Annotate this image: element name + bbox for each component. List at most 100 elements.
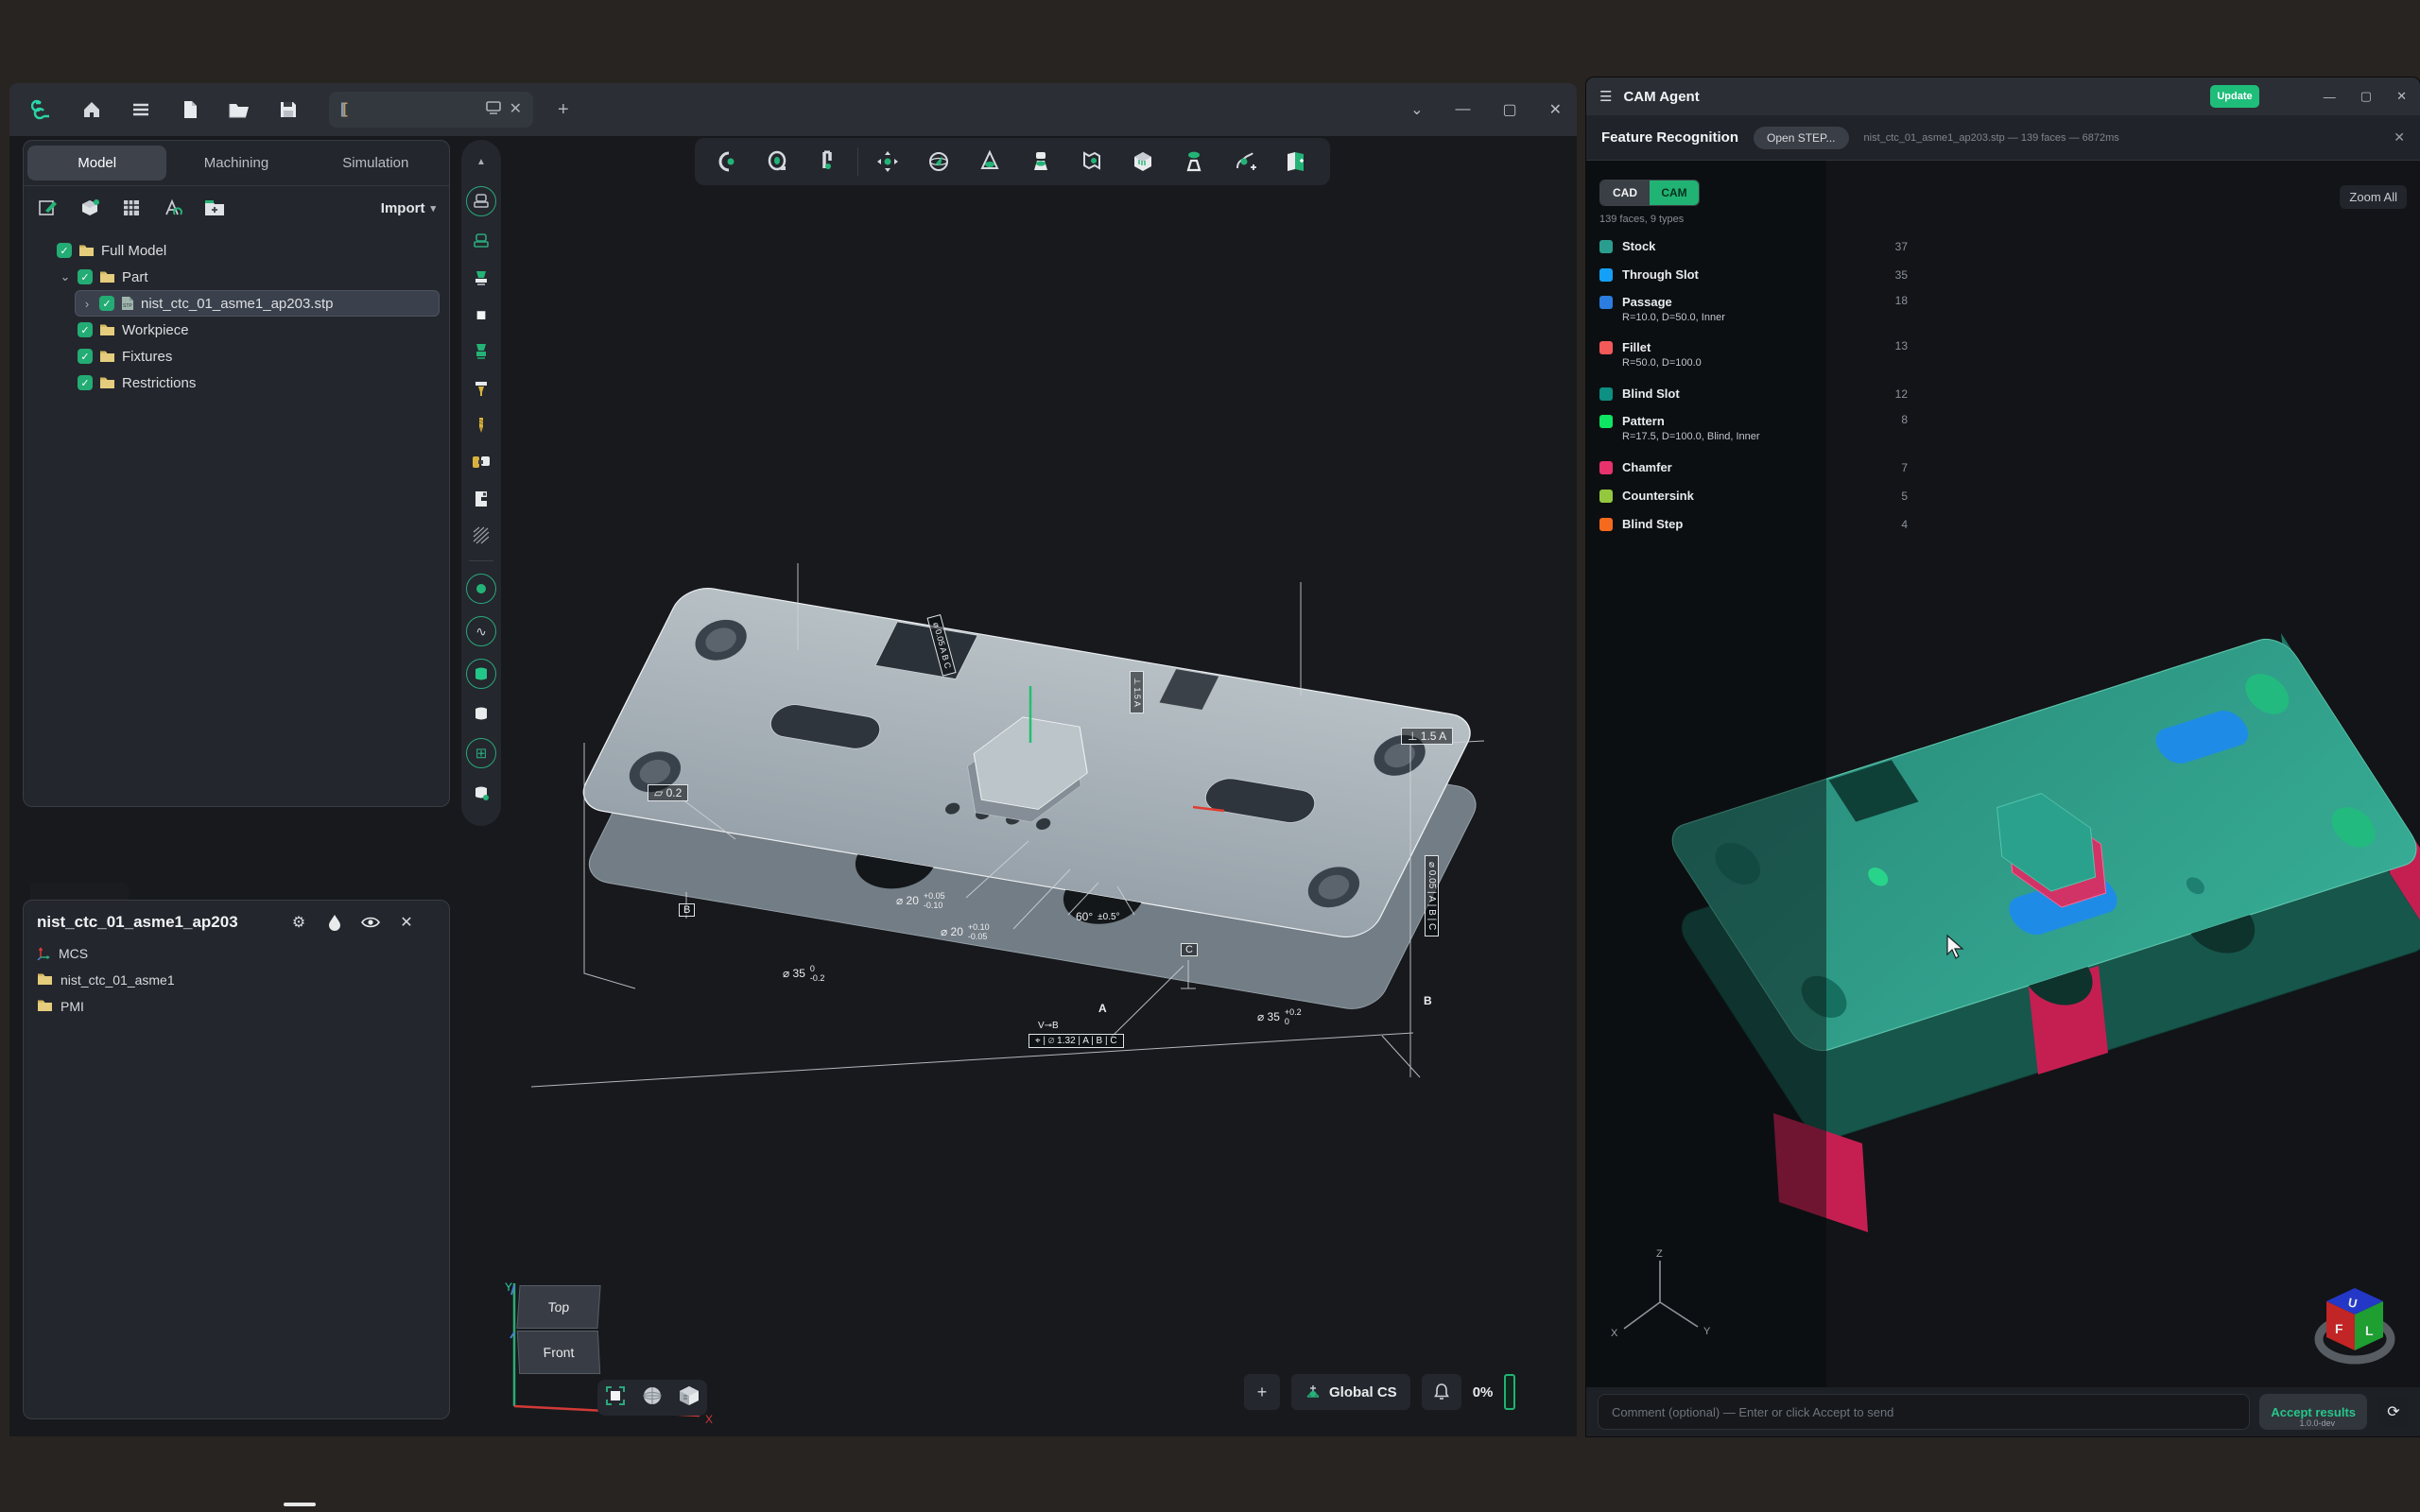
tool-chuck-green-icon[interactable] [469,266,493,290]
surface-white-icon[interactable] [469,701,493,726]
pmi-dim-d20-2[interactable]: ⌀ 20 +0.10-0.05 [941,922,990,941]
update-button[interactable]: Update [2210,85,2259,108]
drill-tool-icon[interactable] [469,376,493,401]
fit-view-icon[interactable] [604,1384,627,1412]
feature-row-through-slot[interactable]: Through Slot 35 [1599,261,1908,289]
close-icon[interactable]: ✕ [396,912,417,933]
cad-part-3d-view[interactable] [444,442,1503,1160]
probe-point-icon[interactable] [466,574,496,604]
notifications-bell-button[interactable] [1422,1374,1461,1410]
checkbox-checked-icon[interactable]: ✓ [78,269,93,284]
home-icon[interactable] [76,94,108,126]
new-file-icon[interactable] [174,94,206,126]
close-panel-icon[interactable]: ✕ [2394,129,2405,146]
chevron-right-icon[interactable]: › [81,297,93,311]
new-folder-icon[interactable] [203,197,226,219]
text-annotation-icon[interactable] [162,197,184,219]
gear-icon[interactable]: ⚙ [288,912,309,933]
feature-row-blind-step[interactable]: Blind Step 4 [1599,510,1908,539]
checkbox-checked-icon[interactable]: ✓ [99,296,114,311]
toolpath-add-icon[interactable] [1223,143,1267,180]
checkbox-checked-icon[interactable]: ✓ [78,349,93,364]
pmi-datum-b-label[interactable]: B [1424,994,1432,1007]
pmi-perp-frame-small[interactable]: ⊥ 1.5 A [1130,671,1144,713]
fixture-icon[interactable] [1172,143,1216,180]
sheet-bend-icon[interactable] [1070,143,1114,180]
sketch-edit-icon[interactable] [37,197,60,219]
machine-icon[interactable] [469,487,493,511]
window-maximize-icon[interactable]: ▢ [2360,89,2372,104]
pmi-dim-angle[interactable]: 60° ±0.5° [1076,910,1120,923]
window-expand-icon[interactable]: ⌄ [1410,100,1423,119]
stock-square-icon[interactable]: ■ [469,302,493,327]
cam-viewport[interactable]: Zoom All CAD CAM 139 faces, 9 types Stoc… [1586,161,2420,1387]
tab-simulation[interactable]: Simulation [306,146,445,180]
feature-row-pattern[interactable]: PatternR=17.5, D=100.0, Blind, Inner 8 [1599,408,1908,454]
tab-close-icon[interactable]: ✕ [510,102,522,117]
pmi-flatness-frame[interactable]: ▱ 0.2 [648,784,688,801]
menu-icon[interactable]: ☰ [1599,88,1612,105]
pmi-datum-b-flag[interactable]: B [679,903,695,917]
drill-bit-icon[interactable] [469,413,493,438]
document-tab[interactable]: [[ ✕ [329,92,533,128]
tree-item-fixtures[interactable]: ✓ Fixtures [54,343,440,369]
spline-icon[interactable]: ∿ [466,616,496,646]
toggle-cam[interactable]: CAM [1650,180,1699,205]
comment-input[interactable] [1598,1394,2250,1430]
window-close-icon[interactable]: ✕ [1549,100,1562,119]
feature-row-fillet[interactable]: FilletR=50.0, D=100.0 13 [1599,335,1908,380]
tree-item-restrictions[interactable]: ✓ Restrictions [54,369,440,396]
tree-item-full-model[interactable]: ✓ Full Model [33,237,440,264]
tool-holder-icon[interactable] [469,229,493,253]
feature-row-passage[interactable]: PassageR=10.0, D=50.0, Inner 18 [1599,289,1908,335]
stock-boundary-icon[interactable] [704,143,748,180]
probe-gauge-icon[interactable] [755,143,799,180]
mesh-grid-icon[interactable]: ⊞ [466,738,496,768]
surface-point-icon[interactable] [469,781,493,805]
import-button[interactable]: Import ▾ [381,200,436,216]
toggle-cad[interactable]: CAD [1600,180,1650,205]
cube-icon[interactable] [1121,143,1165,180]
setup-add-icon[interactable] [1274,143,1318,180]
pmi-datum-c-flag[interactable]: C [1181,943,1198,956]
chevron-down-icon[interactable]: ⌄ [60,269,71,284]
vise-clamp-icon[interactable] [469,450,493,474]
tree-item-workpiece[interactable]: ✓ Workpiece [54,317,440,343]
tool-green-icon[interactable] [469,339,493,364]
feature-row-stock[interactable]: Stock 37 [1599,232,1908,261]
new-tab-icon[interactable]: + [558,100,569,119]
accept-results-button[interactable]: Accept results 1.0.0-dev [2259,1394,2367,1430]
tab-machining[interactable]: Machining [166,146,305,180]
caliper-icon[interactable] [806,143,850,180]
feature-row-countersink[interactable]: Countersink 5 [1599,482,1908,510]
tool-holder-selected-icon[interactable] [466,186,496,216]
panel-item-part-folder[interactable]: nist_ctc_01_asme1 [37,969,436,991]
pmi-dim-d35-left[interactable]: ⌀ 35 0-0.2 [783,964,824,983]
tree-item-part[interactable]: ⌄ ✓ Part [54,264,440,290]
feature-row-blind-slot[interactable]: Blind Slot 12 [1599,380,1908,408]
window-close-icon[interactable]: ✕ [2396,89,2407,104]
cone-icon[interactable] [968,143,1011,180]
scroll-up-icon[interactable]: ▲ [469,149,493,174]
window-maximize-icon[interactable]: ▢ [1502,100,1516,119]
window-minimize-icon[interactable]: — [1455,101,1470,118]
add-cs-button[interactable]: + [1244,1374,1280,1410]
pmi-datum-a-label[interactable]: A [1098,1002,1107,1015]
checkbox-checked-icon[interactable]: ✓ [57,243,72,258]
add-body-icon[interactable] [78,197,101,219]
feature-row-chamfer[interactable]: Chamfer 7 [1599,454,1908,482]
refresh-icon[interactable]: ⟳ [2378,1397,2409,1427]
isometric-cube-icon[interactable] [678,1384,700,1412]
press-icon[interactable] [1019,143,1063,180]
orientation-cube[interactable]: U F L [2312,1280,2397,1367]
open-step-button[interactable]: Open STEP... [1754,127,1849,149]
menu-icon[interactable] [125,94,157,126]
zoom-all-button[interactable]: Zoom All [2340,185,2407,209]
panel-item-mcs[interactable]: MCS [37,942,436,965]
perspective-sphere-icon[interactable] [641,1384,664,1412]
pmi-perpendicularity-frame[interactable]: ⊥ 1.5 A [1401,728,1453,745]
panel-item-pmi-folder[interactable]: PMI [37,995,436,1018]
open-folder-icon[interactable] [223,94,255,126]
surface-green-icon[interactable] [466,659,496,689]
pmi-dim-d20-1[interactable]: ⌀ 20 +0.05-0.10 [896,891,945,910]
